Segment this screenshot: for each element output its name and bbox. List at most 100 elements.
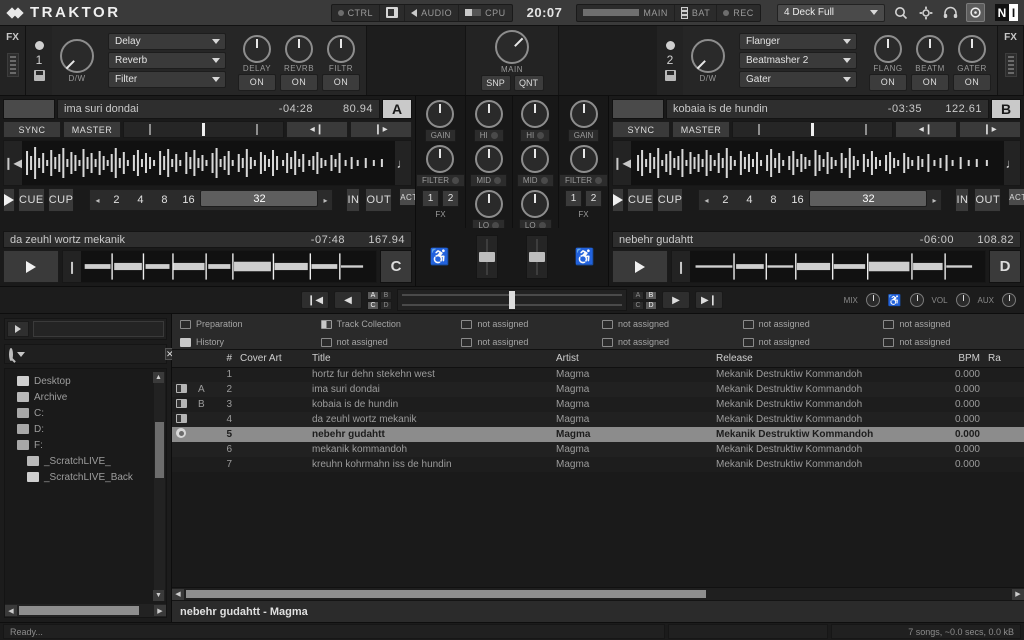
fx2-slot-2-select[interactable]: Beatmasher 2: [739, 52, 857, 69]
fx-reverb-on-button[interactable]: ON: [280, 73, 318, 91]
favorite-slot-6[interactable]: not assigned: [457, 333, 598, 351]
fx-slot-1-select[interactable]: Delay: [108, 33, 226, 50]
xf-assign-b[interactable]: B: [645, 290, 657, 300]
loop-size-16[interactable]: 16: [785, 190, 809, 210]
favorite-slot-12[interactable]: not assigned: [879, 333, 1020, 351]
loop-size-increase-button[interactable]: ▸: [318, 190, 332, 210]
headphones-icon[interactable]: [941, 3, 960, 22]
main-level-indicator[interactable]: MAIN: [577, 4, 675, 21]
loop-size-4[interactable]: 4: [128, 190, 152, 210]
xf-assign-c[interactable]: C: [367, 300, 379, 310]
fx-unit-1-drywet[interactable]: D/W: [52, 38, 102, 83]
scroll-down-arrow-icon[interactable]: ▼: [153, 590, 164, 601]
deck-a-waveform[interactable]: ❙◀ ♩: [3, 140, 412, 186]
deck-a-phase-meter[interactable]: [123, 121, 284, 138]
channel-a-mid[interactable]: MID: [470, 145, 508, 187]
deck-b-title-bar[interactable]: kobaia is de hundin -03:35 122.61: [666, 99, 989, 119]
crossfader[interactable]: [397, 289, 627, 311]
tree-item-scratchlive-back[interactable]: _ScratchLIVE_Back: [5, 469, 166, 485]
channel-a-gain[interactable]: GAIN: [424, 100, 457, 142]
midi-indicator[interactable]: [380, 4, 406, 21]
deck-b-cup-button[interactable]: CUP: [656, 188, 684, 212]
fx-knob-delay[interactable]: DELAY ON: [238, 31, 276, 91]
deck-a-cue-button[interactable]: CUE: [18, 188, 45, 212]
tree-item-desktop[interactable]: Desktop: [5, 373, 166, 389]
favorite-slot-4[interactable]: not assigned: [317, 333, 458, 351]
hi-kill-icon[interactable]: [537, 132, 545, 139]
loop-size-2[interactable]: 2: [104, 190, 128, 210]
deck-b-loop-active-button[interactable]: ACTIVE: [1008, 188, 1024, 206]
fx-flanger-on-button[interactable]: ON: [869, 73, 907, 91]
folder-tree-horizontal-scrollbar[interactable]: ◀ ▶: [5, 604, 166, 617]
deck-b-phase-meter[interactable]: [732, 121, 893, 138]
fx-knob-gater[interactable]: GATER ON: [953, 31, 991, 91]
deck-a-title-bar[interactable]: ima suri dondai -04:28 80.94: [57, 99, 380, 119]
ctrl-indicator[interactable]: CTRL: [332, 4, 381, 21]
favorite-slot-9[interactable]: not assigned: [739, 315, 880, 333]
scroll-right-arrow-icon[interactable]: ▶: [154, 605, 166, 616]
deck-b-master-button[interactable]: MASTER: [672, 121, 730, 138]
search-icon[interactable]: [891, 3, 910, 22]
scrollbar-thumb[interactable]: [186, 590, 706, 598]
crossfader-cap[interactable]: [509, 291, 515, 309]
deck-d-letter[interactable]: D: [989, 250, 1021, 283]
column-release[interactable]: Release: [712, 350, 930, 368]
fx-unit-2-drywet[interactable]: D/W: [683, 38, 733, 83]
table-row[interactable]: B 3 kobaia is de hundin Magma Mekanik De…: [172, 397, 1024, 412]
loop-size-8[interactable]: 8: [152, 190, 176, 210]
cue-volume-knob[interactable]: [909, 293, 924, 307]
loop-size-decrease-button[interactable]: ◂: [699, 190, 713, 210]
deck-b-loop-in-button[interactable]: IN: [955, 188, 970, 212]
mix-knob[interactable]: [865, 293, 880, 307]
xf-assign-a[interactable]: A: [632, 290, 644, 300]
chevron-down-icon[interactable]: [17, 351, 25, 357]
fx-knob-flanger[interactable]: FLANG ON: [869, 31, 907, 91]
channel-b-gain[interactable]: GAIN: [567, 100, 600, 142]
deck-a-nudge-back-button[interactable]: ◂❙: [286, 121, 348, 138]
vol-knob[interactable]: [955, 293, 970, 307]
favorite-preparation[interactable]: Preparation: [176, 315, 317, 333]
headphones-cue-b-icon[interactable]: ♿: [575, 247, 595, 267]
fx-gater-on-button[interactable]: ON: [953, 73, 991, 91]
scroll-right-arrow-icon[interactable]: ▶: [1012, 588, 1024, 600]
folder-tree-vertical-scrollbar[interactable]: ▲ ▼: [153, 372, 165, 601]
deck-b-sync-button[interactable]: SYNC: [612, 121, 670, 138]
audio-indicator[interactable]: AUDIO: [405, 4, 460, 21]
channel-a-fx2-button[interactable]: 2: [441, 190, 459, 207]
column-number[interactable]: #: [210, 350, 236, 368]
column-title[interactable]: Title: [308, 350, 552, 368]
preparation-field[interactable]: [33, 321, 164, 337]
channel-b-lo[interactable]: LO: [518, 190, 552, 232]
scrollbar-thumb[interactable]: [19, 606, 139, 615]
column-deck-letter[interactable]: [194, 350, 210, 368]
deck-b-letter[interactable]: B: [991, 99, 1021, 119]
tree-item-scratchlive[interactable]: _ScratchLIVE_: [5, 453, 166, 469]
table-row[interactable]: A 2 ima suri dondai Magma Mekanik Destru…: [172, 382, 1024, 397]
loop-size-32[interactable]: 32: [200, 190, 319, 207]
channel-b-filter[interactable]: FILTER: [559, 145, 608, 187]
scrollbar-thumb[interactable]: [155, 422, 164, 478]
channel-b-fx1-button[interactable]: 1: [565, 190, 583, 207]
favorite-slot-8[interactable]: not assigned: [598, 333, 739, 351]
column-deck-indicator[interactable]: [172, 350, 194, 368]
tree-item-c-drive[interactable]: C:: [5, 405, 166, 421]
fx-unit-1-led-icon[interactable]: [34, 40, 44, 50]
deck-a-nudge-forward-button[interactable]: ❙▸: [350, 121, 412, 138]
deck-c-wave-canvas[interactable]: [81, 251, 376, 282]
fx-filter-on-button[interactable]: ON: [322, 73, 360, 91]
loop-size-8[interactable]: 8: [761, 190, 785, 210]
fx-knob-beatmasher[interactable]: BEATM ON: [911, 31, 949, 91]
deck-a-loop-in-button[interactable]: IN: [346, 188, 361, 212]
scroll-left-arrow-icon[interactable]: ◀: [172, 588, 184, 600]
deck-b-waveform[interactable]: ❙◀ ♩: [612, 140, 1021, 186]
favorite-slot-7[interactable]: not assigned: [598, 315, 739, 333]
deck-a-letter[interactable]: A: [382, 99, 412, 119]
circle-target-icon[interactable]: [966, 3, 985, 22]
fx-unit-2-save-icon[interactable]: [664, 69, 676, 81]
deck-c-play-button[interactable]: [3, 250, 59, 283]
next-button[interactable]: ▶: [662, 291, 690, 309]
aux-knob[interactable]: [1002, 293, 1016, 307]
jump-to-start-button[interactable]: ❙◀: [301, 291, 329, 309]
scroll-left-arrow-icon[interactable]: ◀: [5, 605, 17, 616]
favorite-track-collection[interactable]: Track Collection: [317, 315, 458, 333]
